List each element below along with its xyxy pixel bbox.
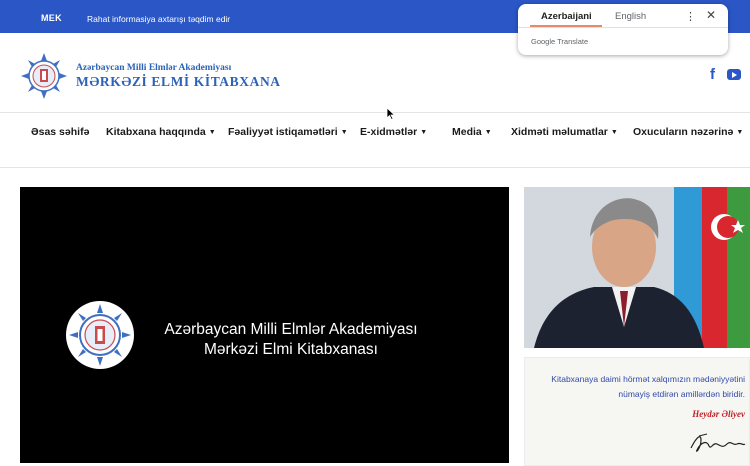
nav-item-label: Oxucuların nəzərinə bbox=[633, 126, 734, 138]
top-bar-brand[interactable]: MEK bbox=[41, 13, 62, 23]
library-logo-icon[interactable] bbox=[20, 52, 68, 100]
translate-popup: Azerbaijani English ⋮ ✕ Google Translate bbox=[518, 4, 728, 55]
quote-line2: nümayiş etdirən amillərdən biridir. bbox=[618, 389, 745, 399]
chevron-down-icon: ▼ bbox=[484, 129, 492, 136]
quote-box: Kitabxanaya daimi hörmət xalqımızın mədə… bbox=[524, 357, 750, 466]
video-logo-icon bbox=[66, 301, 134, 369]
translate-brand: Google Translate bbox=[531, 37, 589, 46]
portrait-image bbox=[524, 187, 750, 348]
nav-item-service-info[interactable]: Xidməti məlumatlar ▼ bbox=[511, 126, 618, 138]
portrait-illustration bbox=[524, 187, 750, 348]
quote-text: Kitabxanaya daimi hörmət xalqımızın mədə… bbox=[535, 372, 745, 402]
quote-line1: Kitabxanaya daimi hörmət xalqımızın mədə… bbox=[551, 374, 745, 384]
org-name[interactable]: Azərbaycan Milli Elmlər Akademiyası bbox=[76, 63, 231, 73]
library-name[interactable]: MƏRKƏZİ ELMİ KİTABXANA bbox=[76, 74, 281, 90]
video-title: Azərbaycan Milli Elmlər Akademiyası Mərk… bbox=[156, 320, 426, 360]
chevron-down-icon: ▼ bbox=[208, 129, 216, 136]
main-nav: Əsas səhifə Kitabxana haqqında ▼ Fəaliyyə… bbox=[0, 113, 750, 168]
youtube-icon[interactable] bbox=[727, 69, 741, 80]
tab-azerbaijani[interactable]: Azerbaijani bbox=[541, 11, 592, 22]
signature-icon bbox=[690, 433, 746, 452]
tab-english[interactable]: English bbox=[615, 11, 646, 22]
nav-item-home[interactable]: Əsas səhifə bbox=[31, 126, 89, 138]
nav-item-label: Xidməti məlumatlar bbox=[511, 126, 608, 138]
nav-item-label: E-xidmətlər bbox=[360, 126, 418, 138]
video-title-line2: Mərkəzi Elmi Kitabxanası bbox=[203, 341, 378, 358]
close-icon[interactable]: ✕ bbox=[706, 8, 716, 22]
chevron-down-icon: ▼ bbox=[340, 129, 348, 136]
video-title-line1: Azərbaycan Milli Elmlər Akademiyası bbox=[164, 321, 418, 338]
mouse-cursor-icon bbox=[386, 107, 396, 120]
more-options-icon[interactable]: ⋮ bbox=[685, 10, 696, 23]
nav-item-about-library[interactable]: Kitabxana haqqında ▼ bbox=[106, 126, 216, 138]
chevron-down-icon: ▼ bbox=[736, 129, 744, 136]
nav-item-label: Media bbox=[452, 126, 482, 138]
facebook-icon[interactable]: f bbox=[710, 66, 720, 83]
chevron-down-icon: ▼ bbox=[610, 129, 618, 136]
nav-item-for-readers[interactable]: Oxucuların nəzərinə ▼ bbox=[633, 126, 743, 138]
nav-item-label: Kitabxana haqqında bbox=[106, 126, 206, 138]
chevron-down-icon: ▼ bbox=[420, 129, 428, 136]
intro-video[interactable]: Azərbaycan Milli Elmlər Akademiyası Mərk… bbox=[20, 187, 509, 463]
nav-item-media[interactable]: Media ▼ bbox=[452, 126, 492, 138]
top-bar-description: Rahat informasiya axtarışı təqdim edir bbox=[87, 14, 231, 24]
nav-item-e-services[interactable]: E-xidmətlər ▼ bbox=[360, 126, 427, 138]
nav-item-activities[interactable]: Fəaliyyət istiqamətləri ▼ bbox=[228, 126, 348, 138]
quote-author: Heydər Əliyev bbox=[692, 409, 745, 419]
nav-item-label: Fəaliyyət istiqamətləri bbox=[228, 126, 338, 138]
divider bbox=[518, 27, 728, 28]
nav-item-label: Əsas səhifə bbox=[31, 126, 90, 138]
